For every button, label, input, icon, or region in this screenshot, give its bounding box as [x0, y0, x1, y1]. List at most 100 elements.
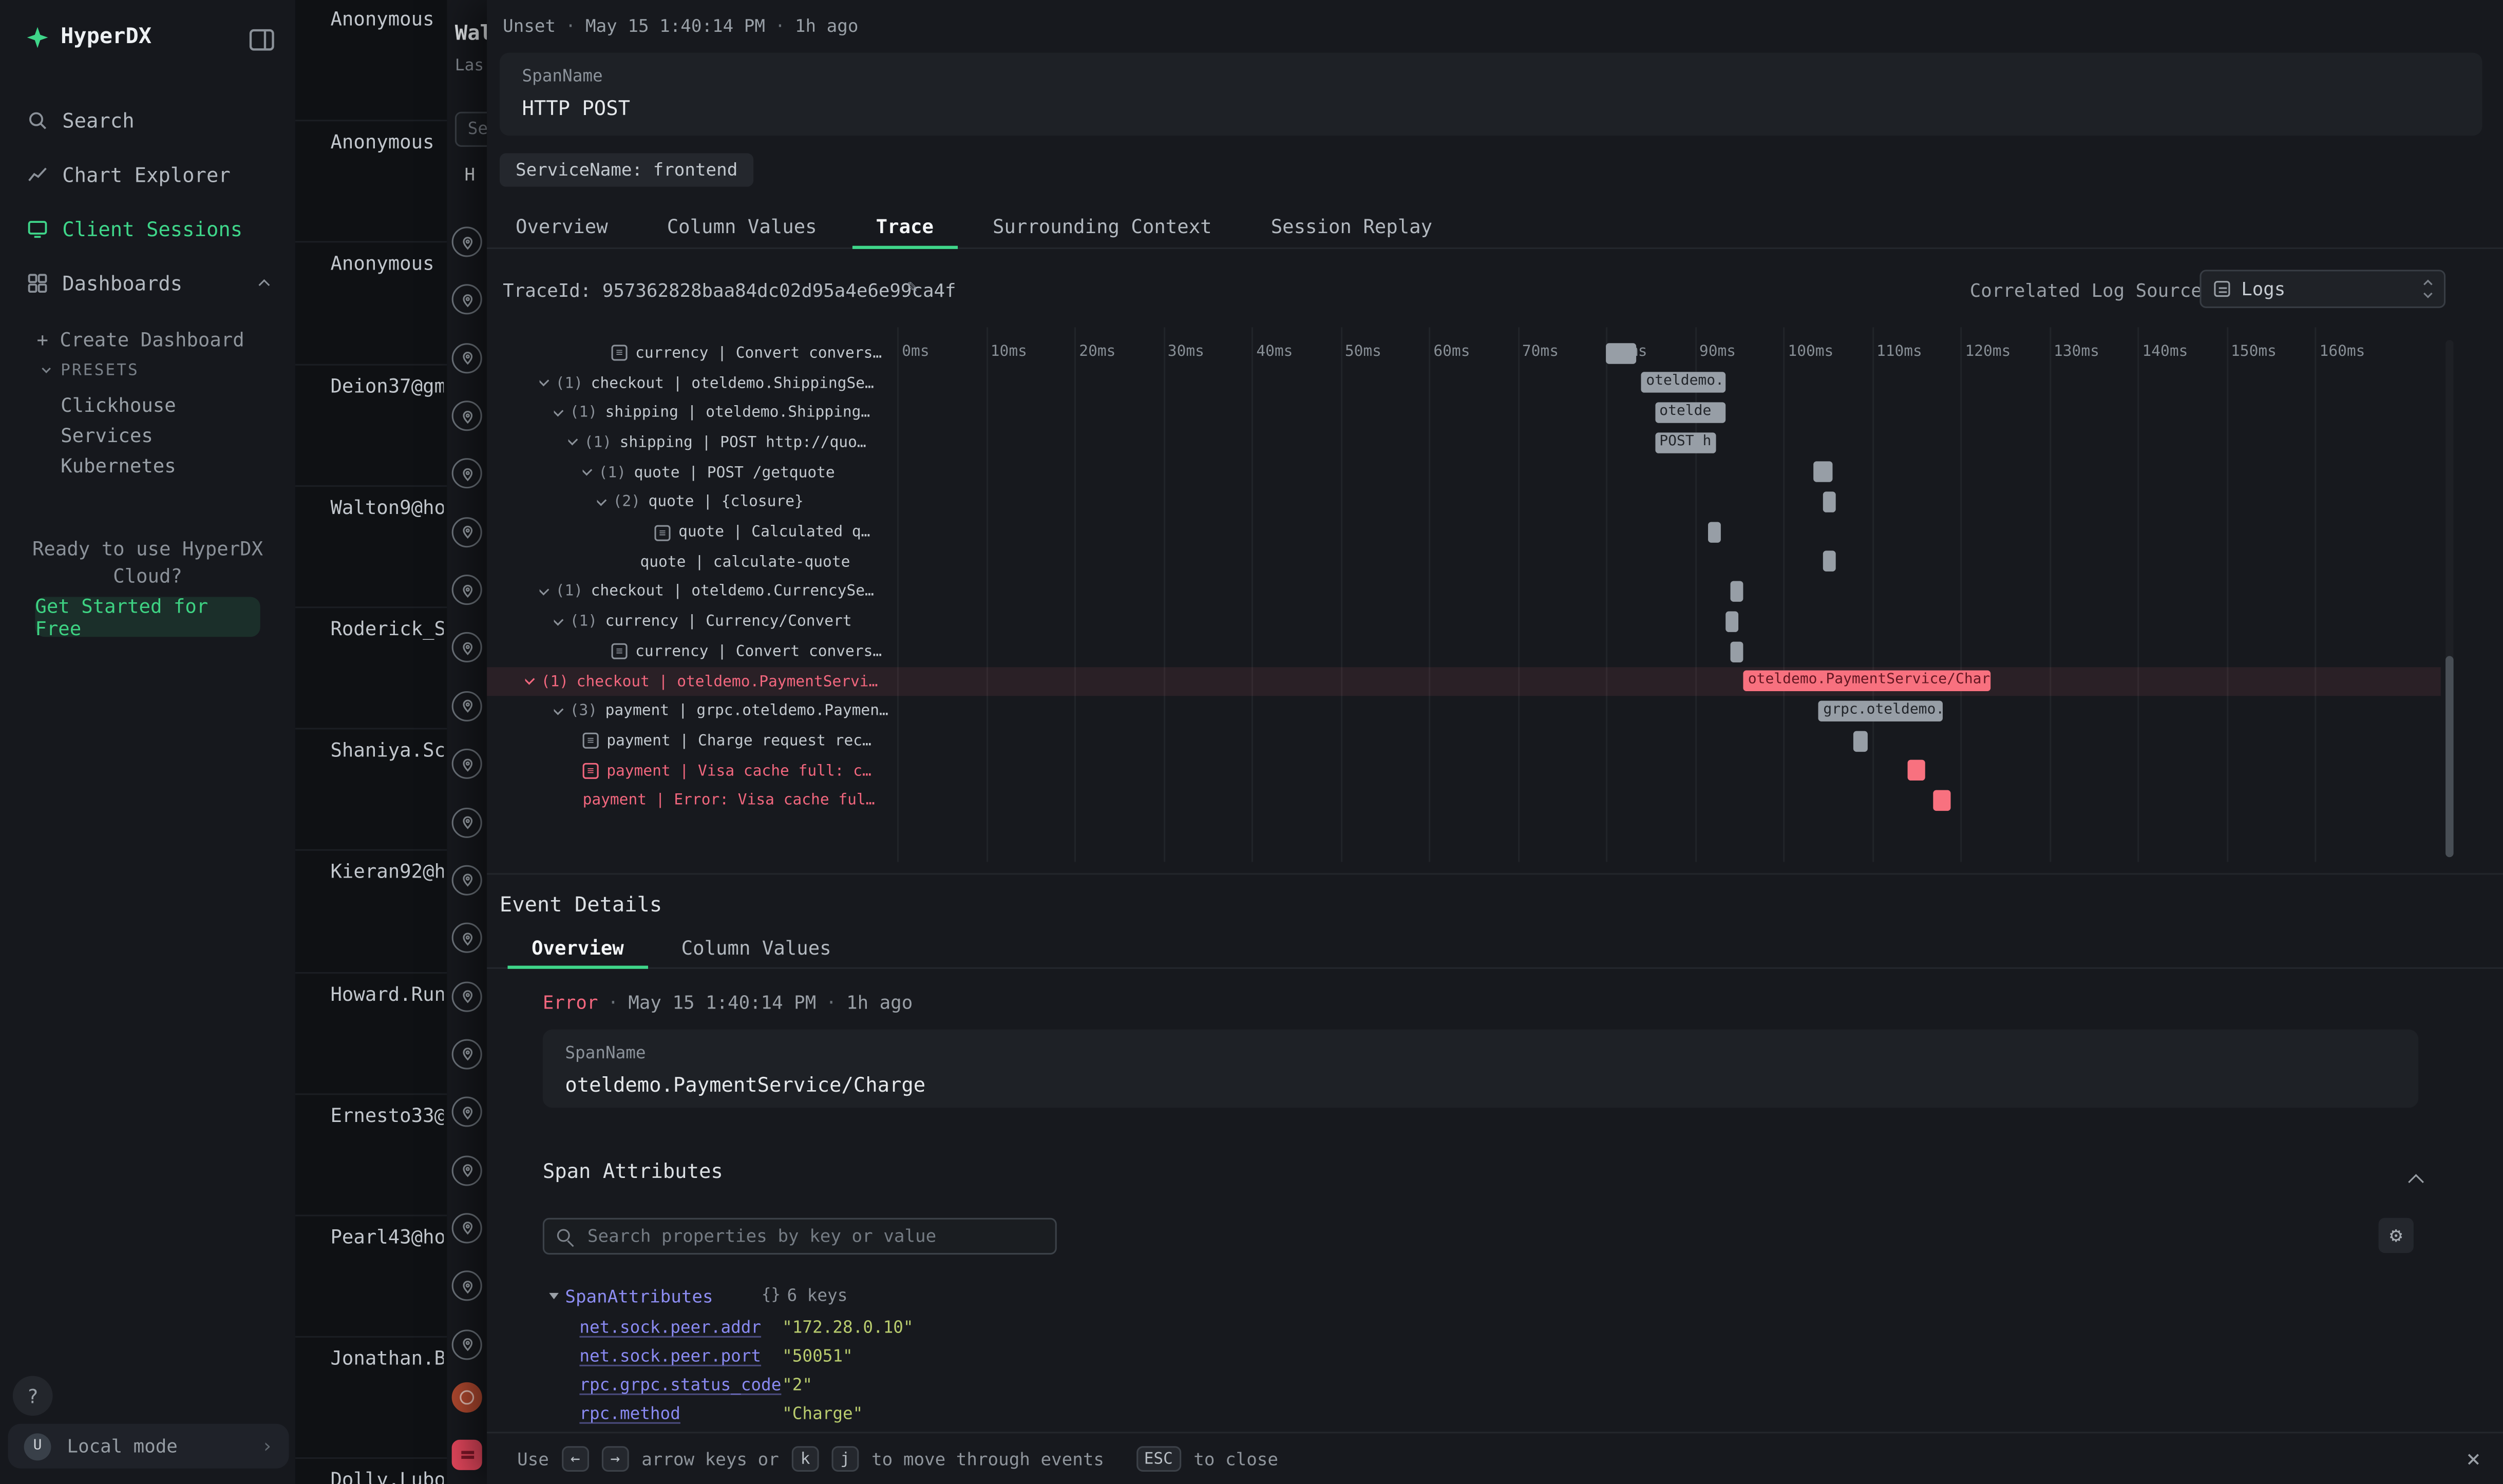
span-duration-bar[interactable]: oteldemo.PaymentService/Char: [1743, 671, 1991, 691]
close-icon[interactable]: ×: [2466, 1444, 2480, 1473]
session-list-item[interactable]: Deion37@gm: [295, 363, 447, 484]
tab-column-values[interactable]: Column Values: [667, 207, 817, 248]
trace-span-row[interactable]: (1)checkout | oteldemo.CurrencySe…: [487, 577, 2441, 607]
waterfall-scrollbar[interactable]: [2445, 340, 2454, 854]
collapse-section-icon[interactable]: [2411, 1164, 2422, 1194]
attribute-group-header[interactable]: SpanAttributes {} 6 keys: [549, 1286, 1220, 1310]
map-pin-icon[interactable]: [452, 343, 482, 373]
map-pin-icon[interactable]: [452, 981, 482, 1011]
session-list-item[interactable]: Jonathan.B: [295, 1336, 447, 1457]
map-pin-icon[interactable]: [452, 1097, 482, 1127]
trace-span-row[interactable]: (1)checkout | oteldemo.ShippingSe…otelde…: [487, 368, 2441, 398]
trace-span-row[interactable]: (1)shipping | oteldemo.Shipping…otelde: [487, 398, 2441, 428]
session-list-item[interactable]: Anonymous: [295, 120, 447, 241]
settings-button[interactable]: ⚙: [2379, 1218, 2414, 1253]
chevron-down-icon[interactable]: [554, 703, 564, 715]
session-list-item[interactable]: Kieran92@h: [295, 850, 447, 971]
span-duration-bar[interactable]: otelde: [1655, 402, 1725, 423]
session-list-item[interactable]: Dolly.Lubo: [295, 1458, 447, 1484]
edit-icon[interactable]: ✎: [907, 276, 918, 297]
map-pin-icon[interactable]: [452, 923, 482, 953]
session-list-item[interactable]: Pearl43@ho: [295, 1215, 447, 1336]
error-event-icon[interactable]: [452, 1440, 482, 1470]
sidebar-preset-services[interactable]: Services: [0, 422, 295, 452]
map-pin-icon[interactable]: [452, 691, 482, 721]
span-duration-bar[interactable]: POST h: [1655, 432, 1717, 452]
span-duration-bar[interactable]: [1933, 790, 1951, 811]
sidebar-collapse-icon[interactable]: [249, 29, 275, 51]
sidebar-item-chart-explorer[interactable]: Chart Explorer: [0, 147, 295, 201]
span-duration-bar[interactable]: [1730, 581, 1743, 602]
session-event-icon[interactable]: [452, 1382, 482, 1413]
get-started-button[interactable]: Get Started for Free: [35, 597, 260, 637]
chevron-down-icon[interactable]: [554, 405, 564, 416]
session-list-item[interactable]: Ernesto33@: [295, 1093, 447, 1214]
map-pin-icon[interactable]: [452, 517, 482, 547]
span-duration-bar[interactable]: [1708, 522, 1721, 542]
session-list-item[interactable]: Walton9@ho: [295, 485, 447, 606]
span-duration-bar[interactable]: [1606, 343, 1637, 363]
sidebar-item-client-sessions[interactable]: Client Sessions: [0, 201, 295, 256]
trace-span-row[interactable]: payment | Error: Visa cache ful…: [487, 786, 2441, 816]
chevron-down-icon[interactable]: [540, 375, 549, 386]
trace-span-row[interactable]: (1)shipping | POST http://quo…POST h: [487, 428, 2441, 458]
trace-span-row[interactable]: (2)quote | {closure}: [487, 488, 2441, 518]
map-pin-icon[interactable]: [452, 1155, 482, 1185]
trace-span-row[interactable]: ≡currency | Convert convers…: [487, 338, 2441, 368]
session-list-item[interactable]: Anonymous: [295, 242, 447, 363]
scrollbar-thumb[interactable]: [2445, 656, 2454, 858]
chevron-down-icon[interactable]: [554, 614, 564, 625]
logo[interactable]: HyperDX: [26, 24, 151, 50]
span-duration-bar[interactable]: [1907, 760, 1925, 781]
sidebar-item-search[interactable]: Search: [0, 92, 295, 147]
attributes-search-input[interactable]: [584, 1224, 1042, 1248]
tab-overview[interactable]: Overview: [516, 207, 608, 248]
attribute-key[interactable]: rpc.grpc.status_code: [579, 1376, 781, 1395]
map-pin-icon[interactable]: [452, 749, 482, 779]
span-duration-bar[interactable]: [1730, 641, 1743, 661]
attribute-key[interactable]: net.sock.peer.addr: [579, 1319, 761, 1338]
tab-surrounding-context[interactable]: Surrounding Context: [993, 207, 1212, 248]
attribute-value[interactable]: "2": [782, 1376, 812, 1395]
chevron-down-icon[interactable]: [597, 494, 607, 506]
span-duration-bar[interactable]: [1823, 551, 1836, 572]
attributes-search[interactable]: [543, 1218, 1057, 1254]
trace-span-row[interactable]: ≡payment | Visa cache full: c…: [487, 756, 2441, 786]
map-pin-icon[interactable]: [452, 226, 482, 257]
tab-session-replay[interactable]: Session Replay: [1271, 207, 1432, 248]
map-pin-icon[interactable]: [452, 401, 482, 431]
attribute-value[interactable]: "172.28.0.10": [782, 1319, 913, 1338]
chevron-down-icon[interactable]: [540, 584, 549, 595]
map-pin-icon[interactable]: [452, 1329, 482, 1359]
attribute-key[interactable]: rpc.method: [579, 1404, 680, 1423]
sidebar-preset-clickhouse[interactable]: Clickhouse: [0, 391, 295, 422]
map-pin-icon[interactable]: [452, 807, 482, 837]
create-dashboard-button[interactable]: + Create Dashboard: [36, 329, 244, 351]
help-button[interactable]: ?: [13, 1376, 53, 1416]
chevron-down-icon[interactable]: [525, 674, 535, 685]
attribute-value[interactable]: "50051": [782, 1347, 853, 1366]
session-list-item[interactable]: Roderick_S: [295, 606, 447, 728]
tab-trace[interactable]: Trace: [876, 207, 934, 248]
trace-span-row[interactable]: (1)checkout | oteldemo.PaymentServi…otel…: [487, 667, 2441, 696]
session-list-item[interactable]: Howard.Run: [295, 972, 447, 1093]
map-pin-icon[interactable]: [452, 633, 482, 663]
service-tag[interactable]: ServiceName: frontend: [500, 153, 753, 186]
span-duration-bar[interactable]: [1814, 462, 1831, 483]
span-duration-bar[interactable]: [1725, 611, 1739, 632]
sidebar-preset-kubernetes[interactable]: Kubernetes: [0, 452, 295, 482]
map-pin-icon[interactable]: [452, 1271, 482, 1301]
map-pin-icon[interactable]: [452, 459, 482, 489]
attribute-value[interactable]: "Charge": [782, 1404, 863, 1423]
account-pill[interactable]: U Local mode ›: [8, 1424, 289, 1469]
tab-column-values[interactable]: Column Values: [681, 932, 831, 967]
session-list-item[interactable]: Shaniya.Sc: [295, 728, 447, 849]
map-pin-icon[interactable]: [452, 1213, 482, 1243]
sidebar-item-dashboards[interactable]: Dashboards: [0, 255, 295, 310]
trace-span-row[interactable]: (3)payment | grpc.oteldemo.Paymen…grpc.o…: [487, 696, 2441, 726]
span-duration-bar[interactable]: oteldemo.: [1641, 372, 1725, 393]
span-duration-bar[interactable]: [1823, 492, 1836, 512]
attribute-key[interactable]: net.sock.peer.port: [579, 1347, 761, 1366]
map-pin-icon[interactable]: [452, 1039, 482, 1069]
chevron-down-icon[interactable]: [568, 435, 578, 446]
